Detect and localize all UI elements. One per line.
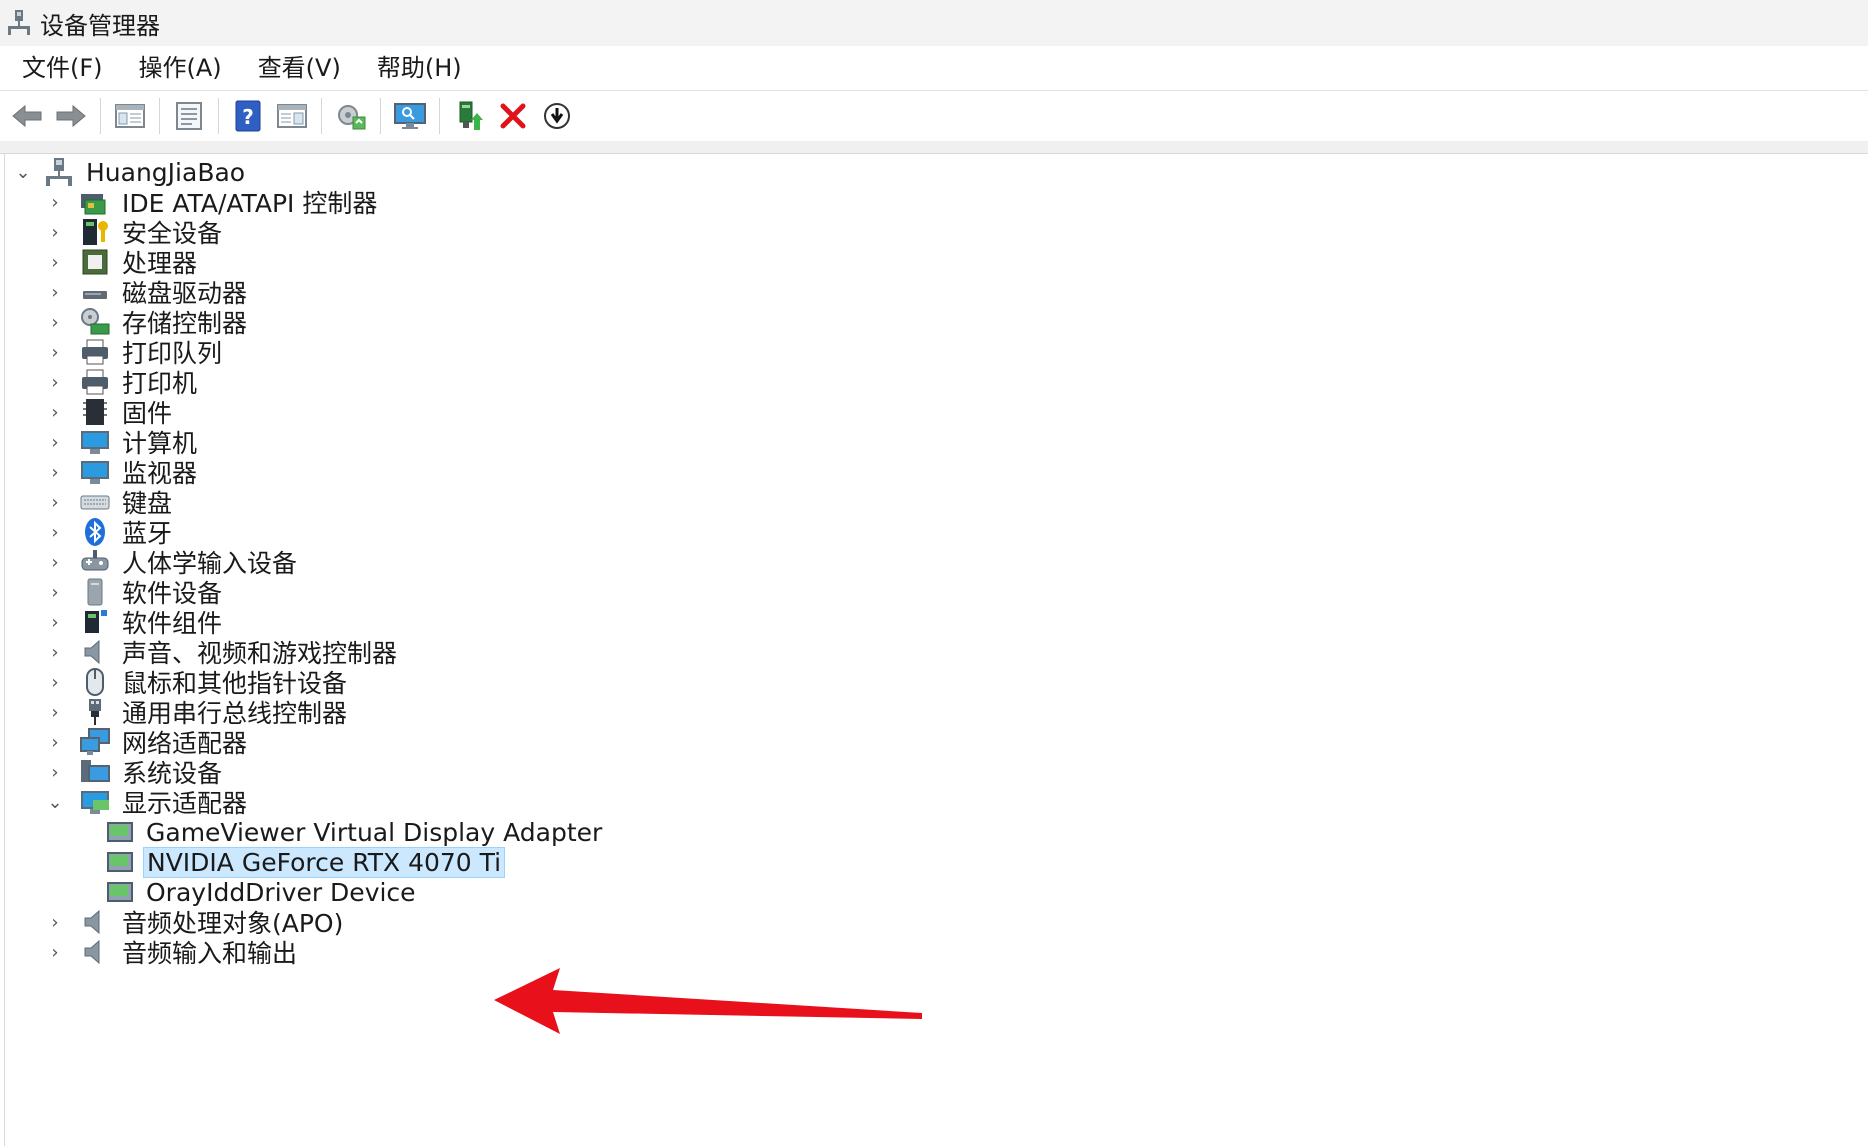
chevron-right-icon[interactable]: ›	[45, 492, 65, 513]
chevron-right-icon[interactable]: ›	[45, 342, 65, 363]
chevron-right-icon[interactable]: ›	[45, 642, 65, 663]
properties-icon[interactable]	[170, 97, 208, 135]
svg-text:?: ?	[242, 105, 254, 129]
monitor-icon[interactable]	[391, 97, 429, 135]
scan-hardware-icon[interactable]	[332, 97, 370, 135]
chevron-right-icon[interactable]: ›	[45, 402, 65, 423]
toolbar: ?	[0, 91, 1868, 141]
toolbar-separator	[218, 98, 219, 134]
help-icon[interactable]: ?	[229, 97, 267, 135]
tree-category-label: 音频输入和输出	[122, 939, 298, 968]
chevron-right-icon[interactable]: ›	[45, 552, 65, 573]
toolbar-separator	[159, 98, 160, 134]
toolbar-separator	[100, 98, 101, 134]
chevron-right-icon[interactable]: ›	[45, 432, 65, 453]
chevron-right-icon[interactable]: ›	[45, 942, 65, 963]
toolbar-separator	[380, 98, 381, 134]
chevron-right-icon[interactable]: ›	[45, 372, 65, 393]
chevron-right-icon[interactable]: ›	[45, 252, 65, 273]
uninstall-icon[interactable]	[494, 97, 532, 135]
menu-bar: 文件(F) 操作(A) 查看(V) 帮助(H)	[0, 46, 1868, 91]
chevron-right-icon[interactable]: ›	[45, 732, 65, 753]
chevron-right-icon[interactable]: ›	[45, 582, 65, 603]
back-icon[interactable]	[8, 97, 46, 135]
update-driver-icon[interactable]	[450, 97, 488, 135]
chevron-down-icon[interactable]: ⌄	[13, 162, 33, 183]
toolbar-separator	[439, 98, 440, 134]
chevron-right-icon[interactable]: ›	[45, 222, 65, 243]
menu-file[interactable]: 文件(F)	[6, 46, 119, 90]
chevron-right-icon[interactable]: ›	[45, 672, 65, 693]
show-hide-tree-icon[interactable]	[111, 97, 149, 135]
chevron-right-icon[interactable]: ›	[45, 282, 65, 303]
chevron-right-icon[interactable]: ›	[45, 312, 65, 333]
window-title: 设备管理器	[40, 11, 160, 40]
toolbar-divider	[0, 141, 1868, 154]
forward-icon[interactable]	[52, 97, 90, 135]
menu-action[interactable]: 操作(A)	[123, 46, 238, 90]
chevron-right-icon[interactable]: ›	[45, 462, 65, 483]
chevron-right-icon[interactable]: ›	[45, 522, 65, 543]
speaker-icon	[79, 936, 111, 968]
view-icon[interactable]	[273, 97, 311, 135]
menu-help[interactable]: 帮助(H)	[361, 46, 478, 90]
device-manager-icon	[6, 9, 32, 37]
toolbar-separator	[321, 98, 322, 134]
disable-icon[interactable]	[538, 97, 576, 135]
chevron-right-icon[interactable]: ›	[45, 702, 65, 723]
device-tree[interactable]: ⌄ HuangJiaBao › IDE ATA/ATAPI 控制器 › 安全设备…	[4, 154, 1868, 1146]
chevron-right-icon[interactable]: ›	[45, 612, 65, 633]
title-bar: 设备管理器	[0, 0, 1868, 46]
device-label: GameViewer Virtual Display Adapter	[146, 817, 603, 847]
menu-view[interactable]: 查看(V)	[242, 46, 357, 90]
device-label: NVIDIA GeForce RTX 4070 Ti	[143, 846, 506, 878]
chevron-right-icon[interactable]: ›	[45, 762, 65, 783]
chevron-right-icon[interactable]: ›	[45, 192, 65, 213]
chevron-right-icon[interactable]: ›	[45, 912, 65, 933]
tree-category[interactable]: › 音频输入和输出	[45, 934, 300, 970]
chevron-down-icon[interactable]: ⌄	[45, 792, 65, 813]
